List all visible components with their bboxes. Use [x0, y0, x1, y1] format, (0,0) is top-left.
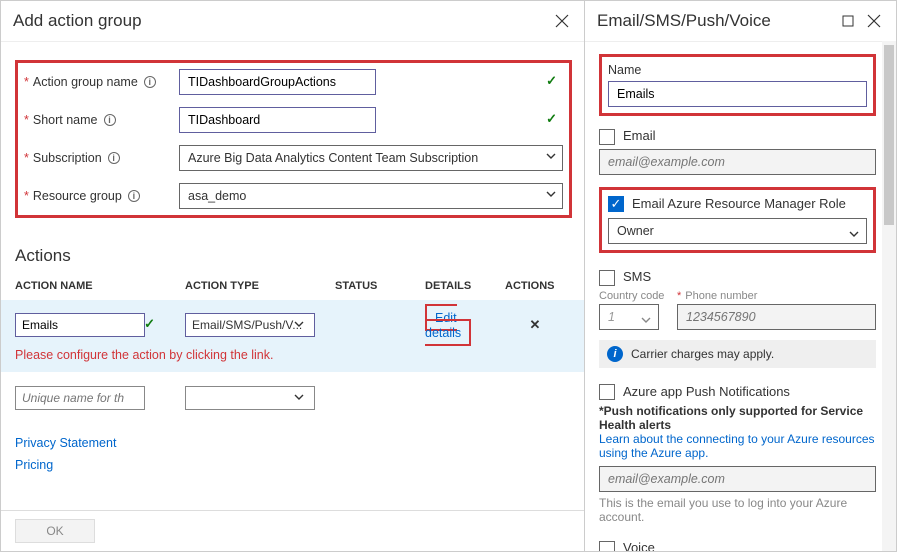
action-name-input[interactable] [15, 313, 145, 337]
actions-heading: Actions [1, 240, 584, 270]
voice-checkbox[interactable] [599, 541, 615, 551]
check-icon: ✓ [546, 111, 557, 127]
email-checkbox[interactable] [599, 129, 615, 145]
info-icon[interactable]: i [128, 190, 140, 202]
action-row-configured: ✓ Email/SMS/Push/V... Edit details ✕ Ple… [1, 300, 584, 372]
action-group-name-input[interactable] [179, 69, 376, 95]
edit-details-link[interactable]: Edit details [425, 311, 461, 340]
arm-label: Email Azure Resource Manager Role [632, 196, 846, 211]
col-status: STATUS [335, 280, 425, 292]
name-label: Name [608, 63, 867, 77]
arm-checkbox[interactable]: ✓ [608, 196, 624, 212]
right-title: Email/SMS/Push/Voice [597, 11, 832, 31]
check-icon: ✓ [546, 73, 557, 89]
voice-label: Voice [623, 540, 655, 551]
arm-role-value: Owner [617, 224, 654, 238]
chevron-down-icon [848, 224, 860, 248]
configure-warning: Please configure the action by clicking … [15, 348, 570, 362]
actions-table-header: ACTION NAME ACTION TYPE STATUS DETAILS A… [1, 276, 584, 296]
left-title: Add action group [13, 11, 546, 31]
short-name-input[interactable] [179, 107, 376, 133]
push-helper: This is the email you use to log into yo… [599, 496, 876, 524]
carrier-banner: i Carrier charges may apply. [599, 340, 876, 368]
phone-label: Phone number [685, 290, 757, 302]
short-name-label: Short name [33, 113, 98, 127]
subscription-label: Subscription [33, 151, 102, 165]
push-learn-link[interactable]: Learn about the connecting to your Azure… [599, 432, 876, 460]
name-highlight: Name [599, 54, 876, 116]
col-action-name: ACTION NAME [15, 280, 185, 292]
resource-group-label: Resource group [33, 189, 122, 203]
scrollbar[interactable] [882, 41, 896, 551]
subscription-select[interactable]: Azure Big Data Analytics Content Team Su… [179, 145, 563, 171]
delete-action-icon[interactable]: ✕ [530, 317, 541, 332]
chevron-down-icon [293, 391, 305, 406]
right-header: Email/SMS/Push/Voice [585, 1, 896, 42]
action-group-name-label: Action group name [33, 75, 138, 89]
email-sms-panel: Email/SMS/Push/Voice Name Email ✓ Email A… [585, 0, 897, 552]
arm-highlight: ✓ Email Azure Resource Manager Role Owner [599, 187, 876, 254]
info-icon[interactable]: i [108, 152, 120, 164]
info-icon[interactable]: i [104, 114, 116, 126]
close-icon[interactable] [864, 11, 884, 31]
arm-role-select[interactable]: Owner [608, 218, 867, 244]
chevron-down-icon [293, 318, 305, 333]
col-action-type: ACTION TYPE [185, 280, 335, 292]
country-code-label: Country code [599, 290, 669, 302]
scrollbar-thumb[interactable] [884, 45, 894, 225]
resource-group-select[interactable]: asa_demo [179, 183, 563, 209]
push-note: *Push notifications only supported for S… [599, 404, 876, 432]
col-details: DETAILS [425, 280, 505, 292]
info-icon[interactable]: i [144, 76, 156, 88]
sms-checkbox[interactable] [599, 270, 615, 286]
phone-input[interactable] [677, 304, 876, 330]
push-email-input[interactable] [599, 466, 876, 492]
info-icon: i [607, 346, 623, 362]
add-action-group-panel: Add action group *Action group namei ✓ *… [0, 0, 585, 552]
push-label: Azure app Push Notifications [623, 384, 790, 399]
new-action-name-input[interactable] [15, 386, 145, 410]
form-highlight: *Action group namei ✓ *Short namei ✓ *Su… [15, 60, 572, 218]
chevron-down-icon [640, 310, 652, 334]
left-header: Add action group [1, 1, 584, 42]
carrier-text: Carrier charges may apply. [631, 347, 774, 361]
pricing-link[interactable]: Pricing [15, 458, 570, 472]
check-icon: ✓ [144, 316, 155, 332]
restore-icon[interactable] [838, 11, 858, 31]
email-input[interactable] [599, 149, 876, 175]
privacy-link[interactable]: Privacy Statement [15, 436, 570, 450]
sms-label: SMS [623, 269, 651, 284]
email-label: Email [623, 128, 656, 143]
name-input[interactable] [608, 81, 867, 107]
col-actions: ACTIONS [505, 280, 565, 292]
close-icon[interactable] [552, 11, 572, 31]
ok-button[interactable]: OK [15, 519, 95, 543]
push-checkbox[interactable] [599, 384, 615, 400]
country-code-select[interactable]: 1 [599, 304, 659, 330]
country-code-value: 1 [608, 310, 615, 324]
